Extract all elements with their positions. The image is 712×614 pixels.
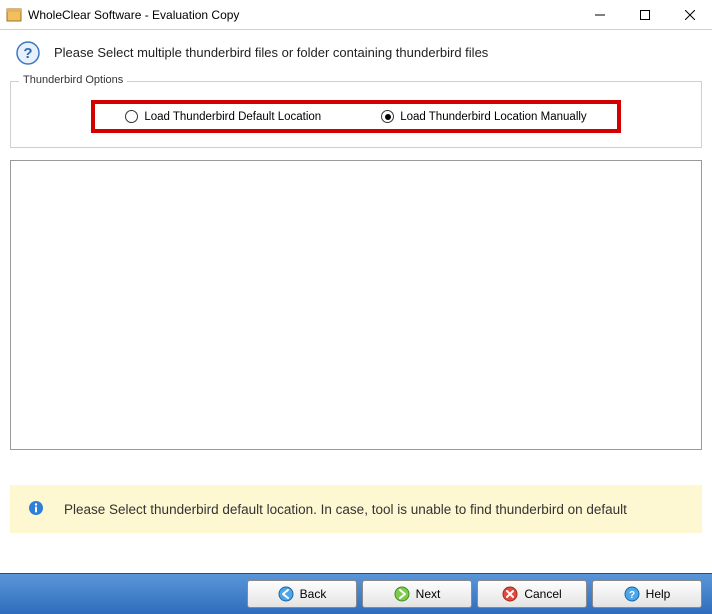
instruction-text: Please Select multiple thunderbird files… (54, 45, 488, 60)
options-row: Load Thunderbird Default Location Load T… (91, 100, 620, 133)
back-icon (278, 586, 294, 602)
radio-load-default[interactable]: Load Thunderbird Default Location (125, 110, 321, 123)
question-icon: ? (16, 41, 40, 65)
next-button[interactable]: Next (362, 580, 472, 608)
thunderbird-options-group: Thunderbird Options Load Thunderbird Def… (10, 81, 702, 148)
button-label: Next (416, 587, 441, 601)
options-legend: Thunderbird Options (19, 74, 127, 86)
hint-bar: Please Select thunderbird default locati… (10, 485, 702, 533)
button-label: Back (300, 587, 327, 601)
cancel-icon (502, 586, 518, 602)
radio-icon-selected (381, 110, 394, 123)
radio-icon (125, 110, 138, 123)
titlebar: WholeClear Software - Evaluation Copy (0, 0, 712, 30)
window-title: WholeClear Software - Evaluation Copy (28, 8, 577, 22)
file-list-panel[interactable] (10, 160, 702, 450)
cancel-button[interactable]: Cancel (477, 580, 587, 608)
minimize-button[interactable] (577, 0, 622, 29)
maximize-button[interactable] (622, 0, 667, 29)
app-icon (6, 7, 22, 23)
instruction-header: ? Please Select multiple thunderbird fil… (0, 30, 712, 75)
help-icon: ? (624, 586, 640, 602)
radio-load-manual[interactable]: Load Thunderbird Location Manually (381, 110, 586, 123)
button-label: Cancel (524, 587, 561, 601)
footer-bar: Back Next Cancel ? Help (0, 573, 712, 614)
next-icon (394, 586, 410, 602)
back-button[interactable]: Back (247, 580, 357, 608)
svg-text:?: ? (629, 590, 635, 601)
svg-text:?: ? (23, 45, 32, 62)
button-label: Help (646, 587, 671, 601)
hint-text: Please Select thunderbird default locati… (64, 502, 627, 517)
radio-label: Load Thunderbird Location Manually (400, 111, 586, 123)
help-button[interactable]: ? Help (592, 580, 702, 608)
info-icon (28, 500, 44, 519)
radio-label: Load Thunderbird Default Location (144, 111, 321, 123)
close-button[interactable] (667, 0, 712, 29)
